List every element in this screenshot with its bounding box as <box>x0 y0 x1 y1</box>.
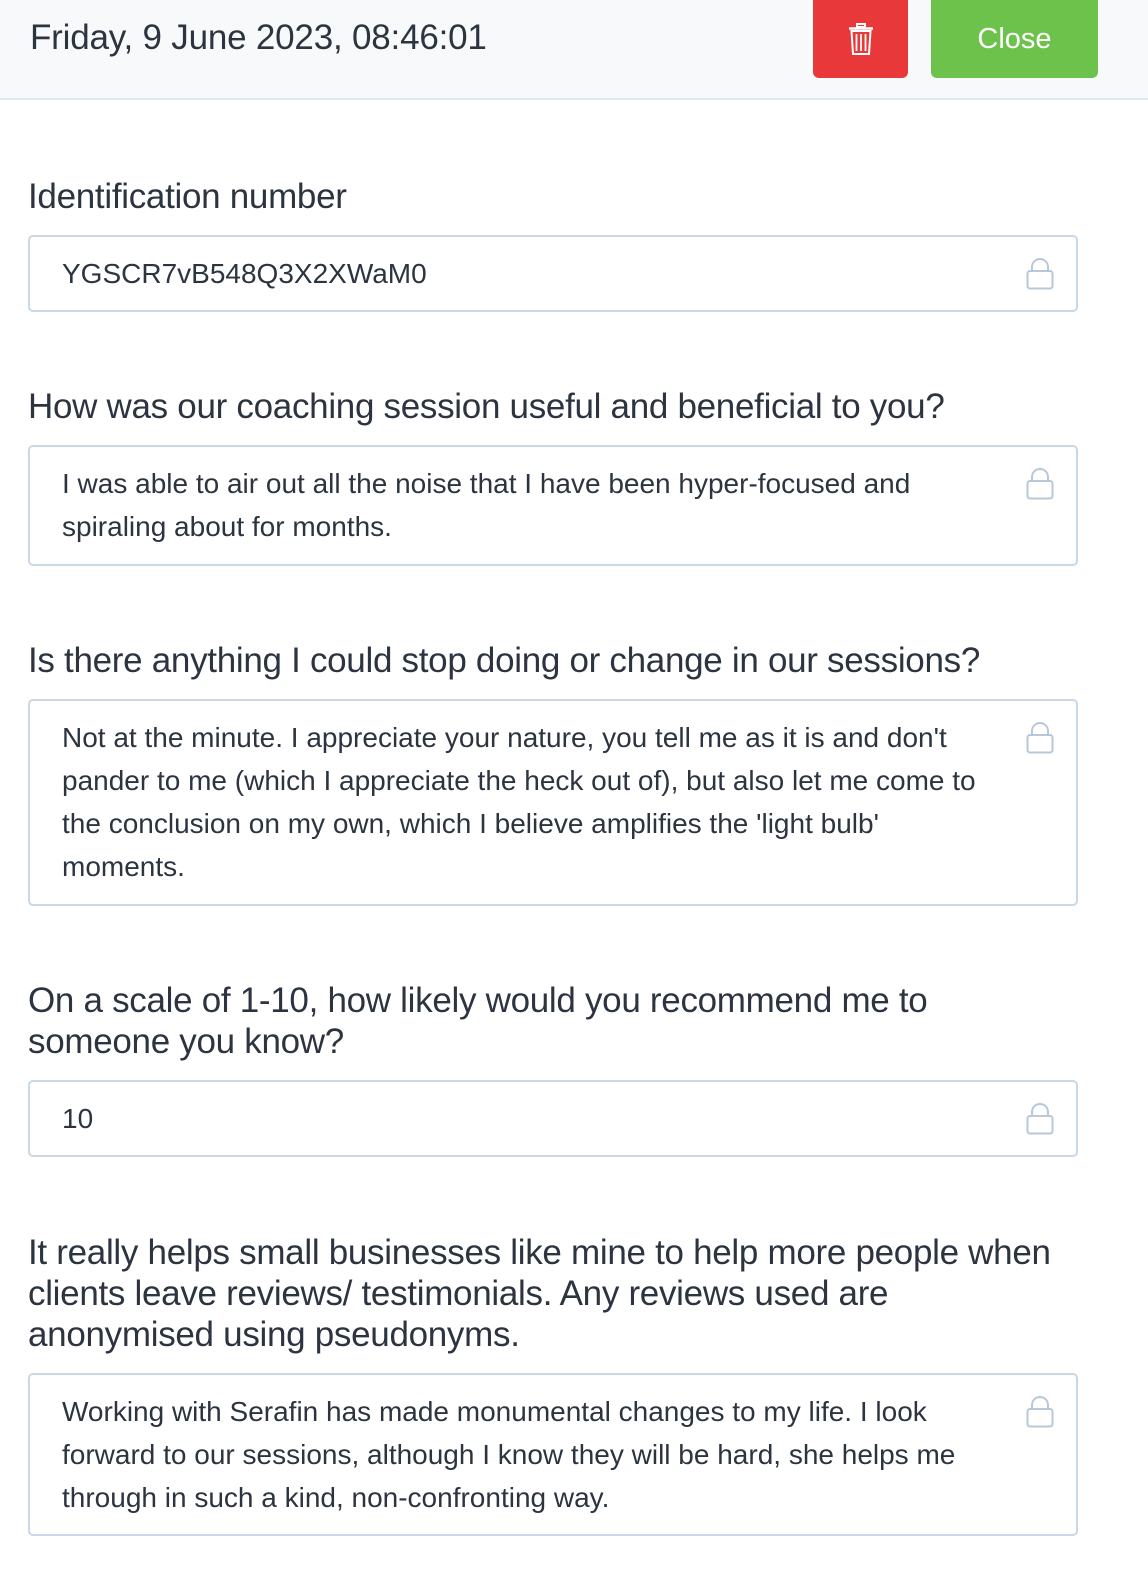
field-label-recommend-scale: On a scale of 1-10, how likely would you… <box>28 981 928 1061</box>
lock-icon <box>1026 1396 1054 1428</box>
field-value-recommend-scale: 10 <box>62 1103 94 1134</box>
field-value-session-useful: I was able to air out all the noise that… <box>62 468 911 542</box>
field-label-identification: Identification number <box>28 177 347 216</box>
field-value-identification: YGSCR7vB548Q3X2XWaM0 <box>62 258 427 289</box>
field-stop-or-change[interactable]: Not at the minute. I appreciate your nat… <box>28 699 1078 906</box>
lock-icon <box>1026 258 1054 290</box>
lock-icon <box>1026 468 1054 500</box>
close-button[interactable]: Close <box>931 0 1098 78</box>
header-bar: Friday, 9 June 2023, 08:46:01 Close <box>0 0 1148 100</box>
field-recommend-scale[interactable]: 10 <box>28 1080 1078 1157</box>
lock-icon <box>1026 722 1054 754</box>
field-value-stop-or-change: Not at the minute. I appreciate your nat… <box>62 722 976 882</box>
field-review[interactable]: Working with Serafin has made monumental… <box>28 1373 1078 1536</box>
field-label-session-useful: How was our coaching session useful and … <box>28 387 945 426</box>
field-label-stop-or-change: Is there anything I could stop doing or … <box>28 641 980 680</box>
delete-button[interactable] <box>813 0 908 78</box>
field-label-review: It really helps small businesses like mi… <box>28 1233 1051 1354</box>
field-session-useful[interactable]: I was able to air out all the noise that… <box>28 445 1078 566</box>
lock-icon <box>1026 1103 1054 1135</box>
submission-datetime: Friday, 9 June 2023, 08:46:01 <box>30 18 487 57</box>
field-identification[interactable]: YGSCR7vB548Q3X2XWaM0 <box>28 235 1078 312</box>
trash-icon <box>848 23 873 55</box>
field-value-review: Working with Serafin has made monumental… <box>62 1396 956 1513</box>
